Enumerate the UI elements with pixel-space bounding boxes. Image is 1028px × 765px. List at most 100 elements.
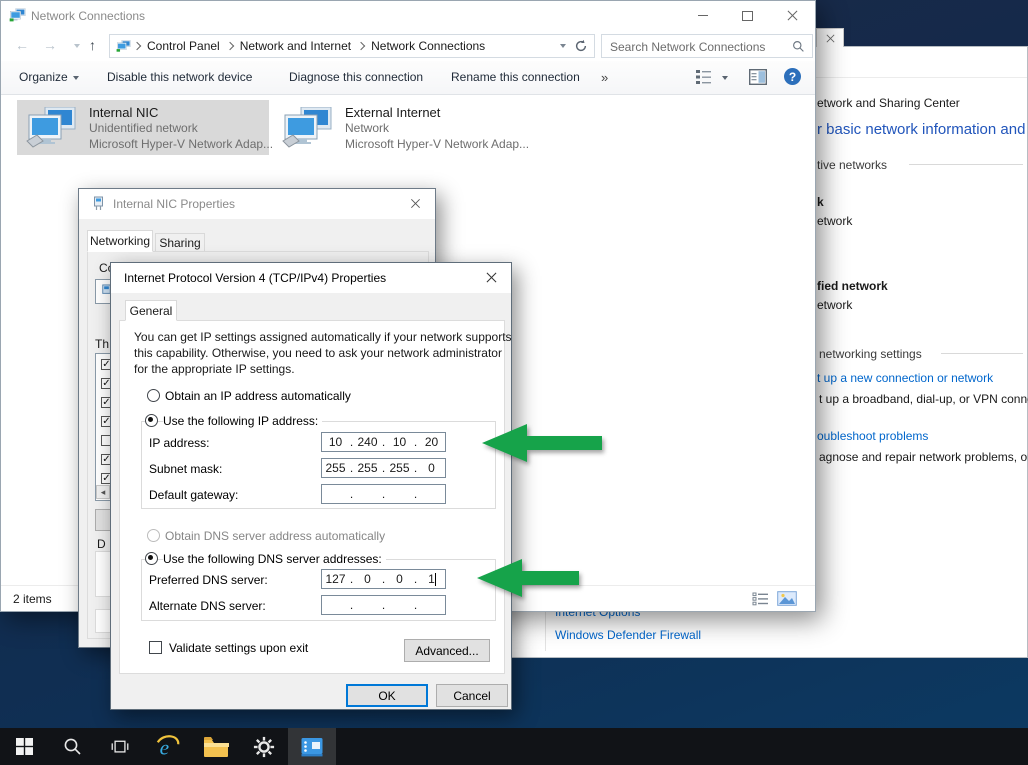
obtain-ip-radio[interactable]: [147, 389, 160, 402]
breadcrumb-control-panel[interactable]: Control Panel: [147, 39, 220, 53]
octet-separator: [413, 487, 418, 501]
internet-explorer-button[interactable]: e: [144, 728, 192, 765]
forward-icon[interactable]: →: [43, 37, 57, 53]
subnet-mask-field[interactable]: 255 255 255 0: [321, 458, 446, 478]
taskbar-search-button[interactable]: [48, 728, 96, 765]
obtain-dns-radio: [147, 529, 160, 542]
settings-button[interactable]: [240, 728, 288, 765]
help-icon[interactable]: ?: [784, 68, 801, 85]
search-input[interactable]: [608, 37, 787, 57]
connection-status: Network: [345, 121, 389, 135]
use-dns-label: Use the following DNS server addresses:: [163, 552, 386, 566]
large-icons-view-icon[interactable]: [777, 591, 797, 606]
rename-connection-button[interactable]: Rename this connection: [451, 70, 580, 84]
address-location-icon: [116, 40, 131, 53]
breadcrumb-network-and-internet[interactable]: Network and Internet: [240, 39, 351, 53]
alternate-dns-field[interactable]: [321, 595, 446, 615]
tab-networking[interactable]: Networking: [87, 230, 153, 252]
windows-logo-icon: [16, 738, 33, 755]
view-dropdown-icon[interactable]: [722, 76, 728, 80]
use-dns-radio[interactable]: [145, 552, 158, 565]
minimize-button[interactable]: [680, 1, 725, 30]
address-bar[interactable]: Control Panel Network and Internet Netwo…: [109, 34, 595, 58]
close-button[interactable]: [395, 189, 435, 218]
preview-pane-icon[interactable]: [749, 69, 767, 85]
cancel-button[interactable]: Cancel: [436, 684, 508, 707]
network-adapter-icon: [281, 107, 333, 149]
background-close-icon[interactable]: [816, 28, 844, 47]
connection-item-internal-nic[interactable]: Internal NIC Unidentified network Micros…: [17, 100, 269, 155]
address-dropdown-icon[interactable]: [560, 44, 566, 48]
close-icon: [787, 10, 798, 21]
nsc-network1-type: etwork: [817, 214, 852, 228]
dropdown-icon: [73, 76, 79, 80]
nsc-network2-type: etwork: [817, 298, 852, 312]
file-explorer-icon: [203, 736, 229, 757]
start-button[interactable]: [0, 728, 48, 765]
default-gateway-field[interactable]: [321, 484, 446, 504]
validate-settings-checkbox[interactable]: [149, 641, 162, 654]
nsc-heading-fragment: r basic network information and: [817, 121, 1027, 138]
toolbar-overflow-button[interactable]: »: [601, 70, 608, 85]
items-count: 2 items: [13, 592, 52, 606]
preferred-dns-field[interactable]: 127 0 0 1: [321, 569, 446, 589]
scroll-left-icon[interactable]: ◂: [96, 485, 110, 499]
octet-separator: [413, 598, 418, 612]
window-title: Network Connections: [31, 9, 145, 23]
network-connections-icon: [9, 8, 26, 23]
ok-button[interactable]: OK: [346, 684, 428, 707]
preferred-dns-label: Preferred DNS server:: [149, 573, 268, 587]
toolbar-divider: [809, 77, 1027, 78]
search-icon[interactable]: [792, 40, 805, 53]
desktop: etwork and Sharing Center r basic networ…: [0, 0, 1028, 765]
network-connections-taskbar-button[interactable]: [288, 728, 336, 765]
file-explorer-button[interactable]: [192, 728, 240, 765]
breadcrumb-network-connections[interactable]: Network Connections: [371, 39, 485, 53]
close-icon: [486, 272, 497, 283]
maximize-button[interactable]: [725, 1, 770, 30]
tab-general[interactable]: General: [125, 300, 177, 321]
disable-device-button[interactable]: Disable this network device: [107, 70, 252, 84]
change-view-icon[interactable]: [695, 69, 712, 85]
nsc-network2-name: fied network: [817, 279, 888, 293]
back-icon[interactable]: ←: [15, 37, 29, 53]
close-icon: [826, 34, 835, 43]
description-label-fragment: D: [97, 537, 106, 551]
nic-dialog-titlebar: Internal NIC Properties: [79, 189, 435, 219]
connection-device: Microsoft Hyper-V Network Adap...: [345, 137, 529, 151]
recent-locations-icon[interactable]: [74, 44, 80, 48]
nsc-troubleshoot-link[interactable]: oubleshoot problems: [817, 429, 928, 443]
up-icon[interactable]: ↑: [89, 37, 96, 53]
connection-item-external-internet[interactable]: External Internet Network Microsoft Hype…: [273, 100, 525, 155]
close-button[interactable]: [770, 1, 815, 30]
section-rule: [941, 353, 1023, 354]
close-button[interactable]: [471, 263, 511, 292]
organize-menu[interactable]: Organize: [19, 70, 79, 84]
task-view-button[interactable]: [96, 728, 144, 765]
search-icon: [63, 737, 82, 756]
ipv4-dialog-titlebar: Internet Protocol Version 4 (TCP/IPv4) P…: [111, 263, 511, 293]
nsc-breadcrumb-fragment: etwork and Sharing Center: [817, 96, 960, 110]
nc-command-bar: Organize Disable this network device Dia…: [1, 61, 815, 95]
nsc-setup-link[interactable]: t up a new connection or network: [817, 371, 993, 385]
use-ip-radio[interactable]: [145, 414, 158, 427]
task-view-icon: [110, 738, 130, 756]
alternate-dns-label: Alternate DNS server:: [149, 599, 266, 613]
nsc-change-settings-label: networking settings: [819, 347, 922, 361]
breadcrumb-chevron-icon: [133, 42, 141, 50]
connection-status: Unidentified network: [89, 121, 198, 135]
green-arrow-ip-address: [478, 420, 608, 466]
nsc-network1-name: k: [817, 195, 824, 209]
details-view-icon[interactable]: [752, 592, 769, 606]
breadcrumb-chevron-icon: [357, 42, 365, 50]
ip-address-field[interactable]: 10 240 10 20: [321, 432, 446, 452]
windows-defender-firewall-link[interactable]: Windows Defender Firewall: [555, 628, 701, 642]
advanced-button[interactable]: Advanced...: [404, 639, 490, 662]
network-adapter-icon: [25, 107, 77, 149]
refresh-icon[interactable]: [574, 39, 588, 53]
tab-sharing[interactable]: Sharing: [155, 233, 205, 252]
nsc-active-networks-label: tive networks: [817, 158, 887, 172]
this-connection-label-fragment: Th: [95, 337, 109, 351]
close-icon: [410, 199, 420, 209]
diagnose-connection-button[interactable]: Diagnose this connection: [289, 70, 423, 84]
